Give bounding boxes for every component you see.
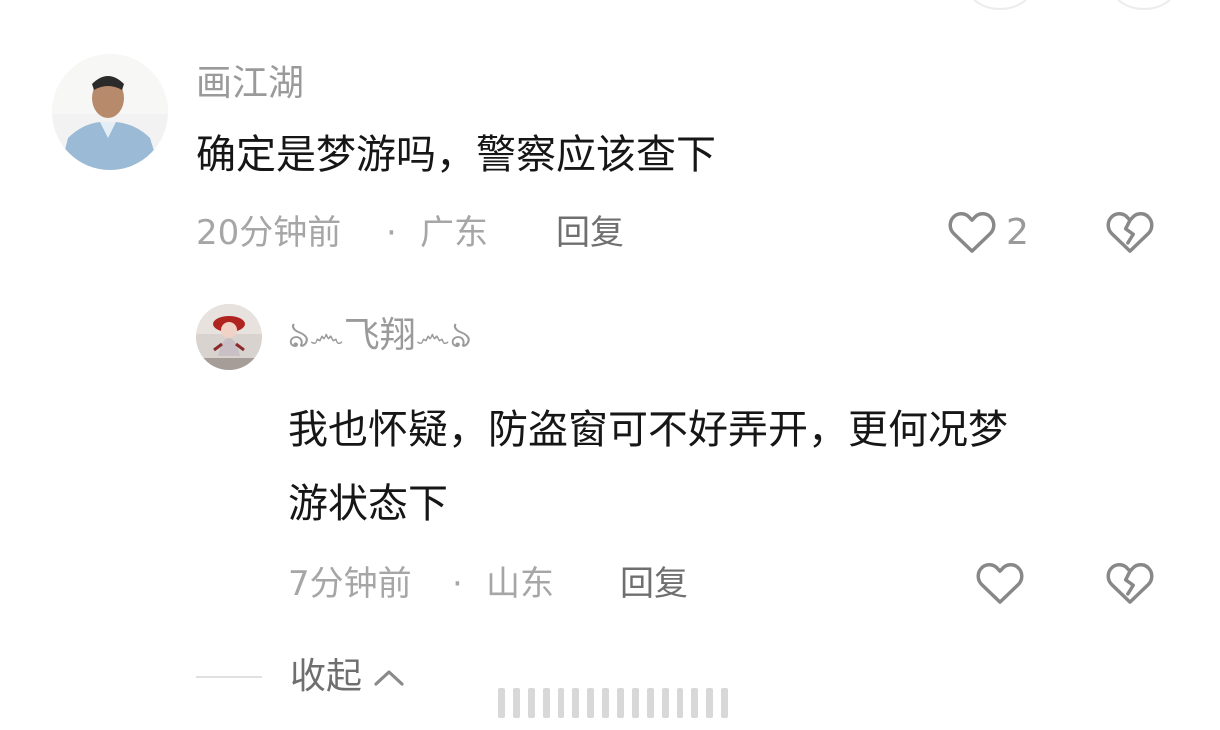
- reply-time: 7分钟前: [288, 564, 412, 604]
- reply-avatar[interactable]: [196, 304, 262, 370]
- comment-location: 广东: [420, 213, 488, 253]
- top-partial-button-right[interactable]: [1112, 0, 1176, 10]
- reply-text-line-1: 我也怀疑，防盗窗可不好弄开，更何况梦: [288, 407, 1008, 453]
- reply-author[interactable]: ঌ෴飞翔෴ঌ: [288, 314, 472, 358]
- collapse-label: 收起: [290, 656, 363, 697]
- collapse-replies-button[interactable]: 收起: [290, 654, 406, 700]
- comment-author[interactable]: 画江湖: [196, 62, 304, 106]
- reply-location: 山东: [486, 564, 554, 604]
- broken-heart-icon[interactable]: [1104, 207, 1156, 255]
- heart-outline-icon[interactable]: [946, 207, 998, 255]
- avatar[interactable]: [52, 54, 168, 170]
- comment-meta-separator: ·: [386, 213, 397, 253]
- collapse-divider: [196, 676, 262, 678]
- reply-meta-separator: ·: [452, 564, 463, 604]
- reply-avatar-image: [196, 304, 262, 370]
- user-avatar-image: [52, 54, 168, 170]
- comment-text: 确定是梦游吗，警察应该查下: [196, 132, 716, 178]
- reply-reply-button[interactable]: 回复: [620, 562, 688, 606]
- chevron-up-icon: [374, 670, 404, 686]
- watermark: [498, 688, 728, 718]
- reply-text-line-2: 游状态下: [288, 481, 448, 527]
- broken-heart-icon[interactable]: [1104, 558, 1156, 606]
- top-partial-button-left[interactable]: [968, 0, 1032, 10]
- heart-outline-icon[interactable]: [974, 558, 1026, 606]
- like-count: 2: [1006, 212, 1029, 253]
- comment-time: 20分钟前: [196, 213, 342, 253]
- reply-button[interactable]: 回复: [556, 211, 624, 255]
